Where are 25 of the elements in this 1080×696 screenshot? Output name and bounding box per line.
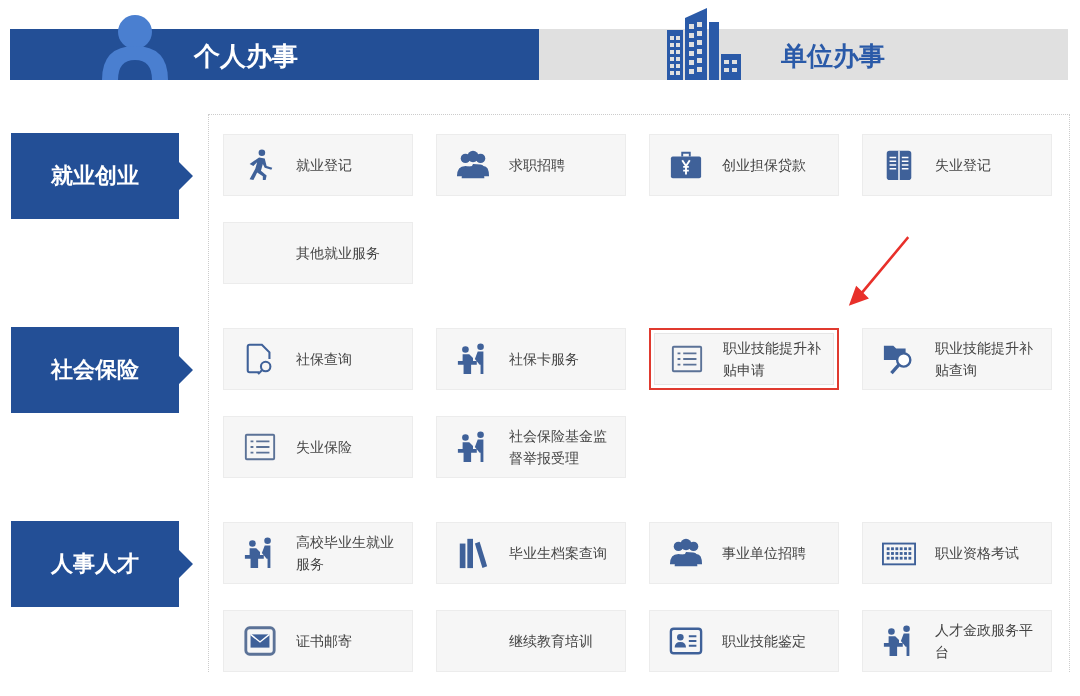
building-icon <box>667 8 743 80</box>
service-tile[interactable]: 职业技能提升补贴查询 <box>862 328 1052 390</box>
service-tile[interactable]: 高校毕业生就业服务 <box>223 522 413 584</box>
service-tile[interactable]: 失业登记 <box>862 134 1052 196</box>
category-label: 人事人才 <box>11 521 193 607</box>
service-tile[interactable]: 证书邮寄 <box>223 610 413 672</box>
service-tile[interactable]: 职业技能鉴定 <box>649 610 839 672</box>
service-tile[interactable]: 事业单位招聘 <box>649 522 839 584</box>
service-tile[interactable]: 社保卡服务 <box>436 328 626 390</box>
service-tile[interactable]: 人才金政服务平台 <box>862 610 1052 672</box>
service-tile[interactable]: 毕业生档案查询 <box>436 522 626 584</box>
service-tile[interactable]: 失业保险 <box>223 416 413 478</box>
service-tile[interactable]: 职业资格考试 <box>862 522 1052 584</box>
service-tile[interactable]: 社保查询 <box>223 328 413 390</box>
service-tile[interactable]: 继续教育培训 <box>436 610 626 672</box>
service-tile[interactable]: 求职招聘 <box>436 134 626 196</box>
service-tile[interactable]: 社会保险基金监督举报受理 <box>436 416 626 478</box>
service-tile[interactable]: 就业登记 <box>223 134 413 196</box>
category-label: 就业创业 <box>11 133 193 219</box>
person-icon <box>100 14 170 80</box>
tab[interactable]: 单位办事 <box>539 9 1068 80</box>
service-tile[interactable]: 其他就业服务 <box>223 222 413 284</box>
category-label: 社会保险 <box>11 327 193 413</box>
envelope-icon <box>243 624 277 658</box>
service-tile[interactable]: 创业担保贷款 <box>649 134 839 196</box>
